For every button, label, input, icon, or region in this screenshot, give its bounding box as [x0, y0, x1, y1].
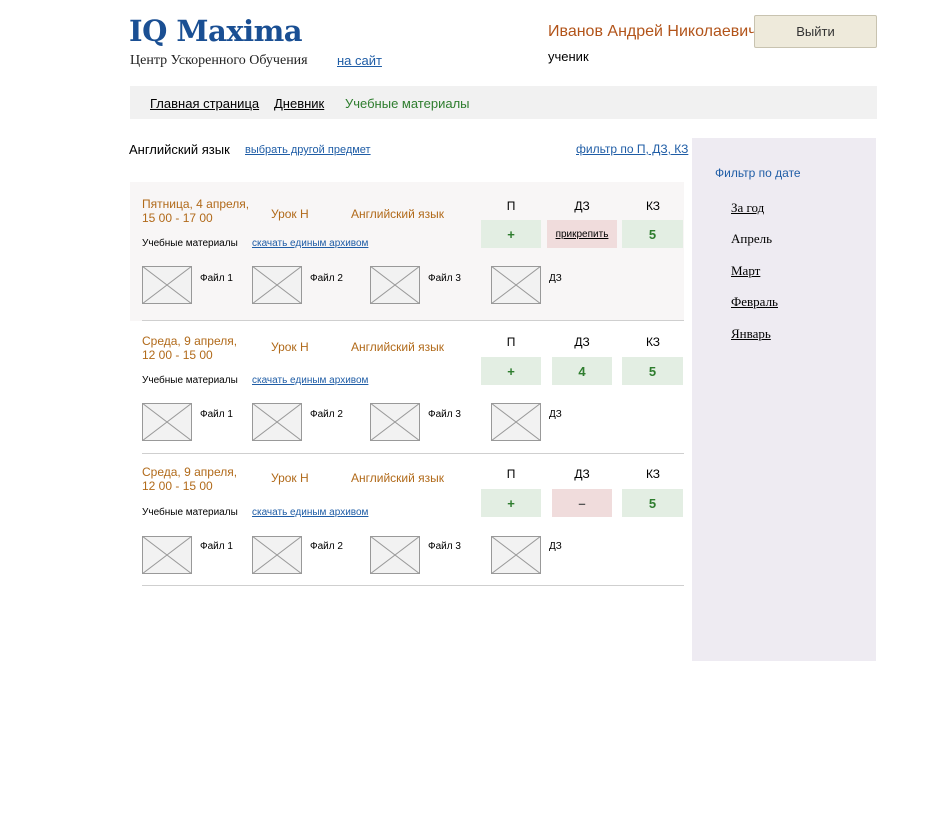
lesson-card: Среда, 9 апреля, 12 00 - 15 00 Урок Н Анг… — [130, 451, 684, 587]
classwork-grade-cell: 5 — [622, 220, 683, 248]
lesson-subject: Английский язык — [351, 471, 445, 485]
file-label: ДЗ — [549, 541, 562, 552]
image-placeholder-icon[interactable] — [252, 266, 302, 304]
main-nav: Главная страница Дневник Учебные материа… — [130, 86, 877, 119]
image-placeholder-icon[interactable] — [370, 536, 420, 574]
lesson-date: Среда, 9 апреля, 12 00 - 15 00 — [142, 465, 238, 493]
download-archive-link[interactable]: скачать единым архивом — [252, 507, 368, 518]
image-placeholder-icon[interactable] — [142, 536, 192, 574]
col-header-dz: ДЗ — [574, 199, 590, 213]
date-filter-march[interactable]: Март — [731, 263, 760, 279]
materials-label: Учебные материалы — [142, 375, 238, 386]
file-label: Файл 2 — [310, 273, 343, 284]
download-archive-link[interactable]: скачать единым архивом — [252, 375, 368, 386]
col-header-dz: ДЗ — [574, 467, 590, 481]
image-placeholder-icon[interactable] — [491, 266, 541, 304]
tagline: Центр Ускоренного Обучения — [130, 53, 308, 68]
file-label: Файл 3 — [428, 541, 461, 552]
nav-item-materials[interactable]: Учебные материалы — [345, 96, 470, 111]
classwork-grade-cell: 5 — [622, 489, 683, 517]
file-label: Файл 2 — [310, 541, 343, 552]
lesson-subject: Английский язык — [351, 207, 445, 221]
lesson-subject: Английский язык — [351, 340, 445, 354]
file-label: Файл 1 — [200, 273, 233, 284]
file-label: Файл 3 — [428, 409, 461, 420]
date-filter-february[interactable]: Февраль — [731, 294, 778, 310]
lesson-card: Пятница, 4 апреля, 15 00 - 17 00 Урок Н А… — [130, 182, 684, 321]
change-subject-link[interactable]: выбрать другой предмет — [245, 144, 371, 156]
image-placeholder-icon[interactable] — [142, 403, 192, 441]
col-header-kz: КЗ — [645, 199, 661, 213]
materials-label: Учебные материалы — [142, 507, 238, 518]
lesson-date: Пятница, 4 апреля, 15 00 - 17 00 — [142, 197, 250, 225]
date-filter-panel — [692, 138, 876, 661]
homework-grade-cell: – — [552, 489, 612, 517]
download-archive-link[interactable]: скачать единым архивом — [252, 238, 368, 249]
divider — [142, 585, 684, 586]
image-placeholder-icon[interactable] — [252, 536, 302, 574]
date-filter-april: Апрель — [731, 231, 773, 246]
image-placeholder-icon[interactable] — [370, 266, 420, 304]
lesson-number: Урок Н — [271, 340, 309, 354]
attach-homework-button[interactable]: прикрепить — [547, 220, 617, 248]
logo: IQ Maxima — [129, 14, 303, 48]
file-label: ДЗ — [549, 273, 562, 284]
file-label: Файл 1 — [200, 541, 233, 552]
image-placeholder-icon[interactable] — [491, 403, 541, 441]
logout-button[interactable]: Выйти — [754, 15, 877, 48]
user-name: Иванов Андрей Николаевич — [548, 23, 757, 40]
attendance-cell: + — [481, 220, 541, 248]
homework-grade-cell: 4 — [552, 357, 612, 385]
lesson-number: Урок Н — [271, 207, 309, 221]
file-label: Файл 1 — [200, 409, 233, 420]
lesson-date: Среда, 9 апреля, 12 00 - 15 00 — [142, 334, 238, 362]
attendance-cell: + — [481, 357, 541, 385]
attendance-cell: + — [481, 489, 541, 517]
date-filter-year[interactable]: За год — [731, 200, 764, 216]
file-label: Файл 3 — [428, 273, 461, 284]
image-placeholder-icon[interactable] — [252, 403, 302, 441]
image-placeholder-icon[interactable] — [370, 403, 420, 441]
image-placeholder-icon[interactable] — [142, 266, 192, 304]
to-site-link[interactable]: на сайт — [337, 53, 382, 68]
col-header-kz: КЗ — [645, 335, 661, 349]
current-subject: Английский язык — [129, 142, 230, 157]
classwork-grade-cell: 5 — [622, 357, 683, 385]
grade-filter-link[interactable]: фильтр по П, ДЗ, КЗ — [576, 142, 688, 156]
file-label: ДЗ — [549, 409, 562, 420]
col-header-kz: КЗ — [645, 467, 661, 481]
date-filter-january[interactable]: Январь — [731, 326, 771, 342]
file-label: Файл 2 — [310, 409, 343, 420]
nav-item-home[interactable]: Главная страница — [150, 96, 259, 111]
col-header-dz: ДЗ — [574, 335, 590, 349]
col-header-p: П — [506, 335, 516, 349]
lesson-number: Урок Н — [271, 471, 309, 485]
date-filter-title: Фильтр по дате — [715, 166, 801, 180]
user-role: ученик — [548, 49, 589, 64]
nav-item-diary[interactable]: Дневник — [274, 96, 324, 111]
materials-label: Учебные материалы — [142, 238, 238, 249]
col-header-p: П — [506, 199, 516, 213]
lesson-card: Среда, 9 апреля, 12 00 - 15 00 Урок Н Анг… — [130, 319, 684, 455]
image-placeholder-icon[interactable] — [491, 536, 541, 574]
col-header-p: П — [506, 467, 516, 481]
